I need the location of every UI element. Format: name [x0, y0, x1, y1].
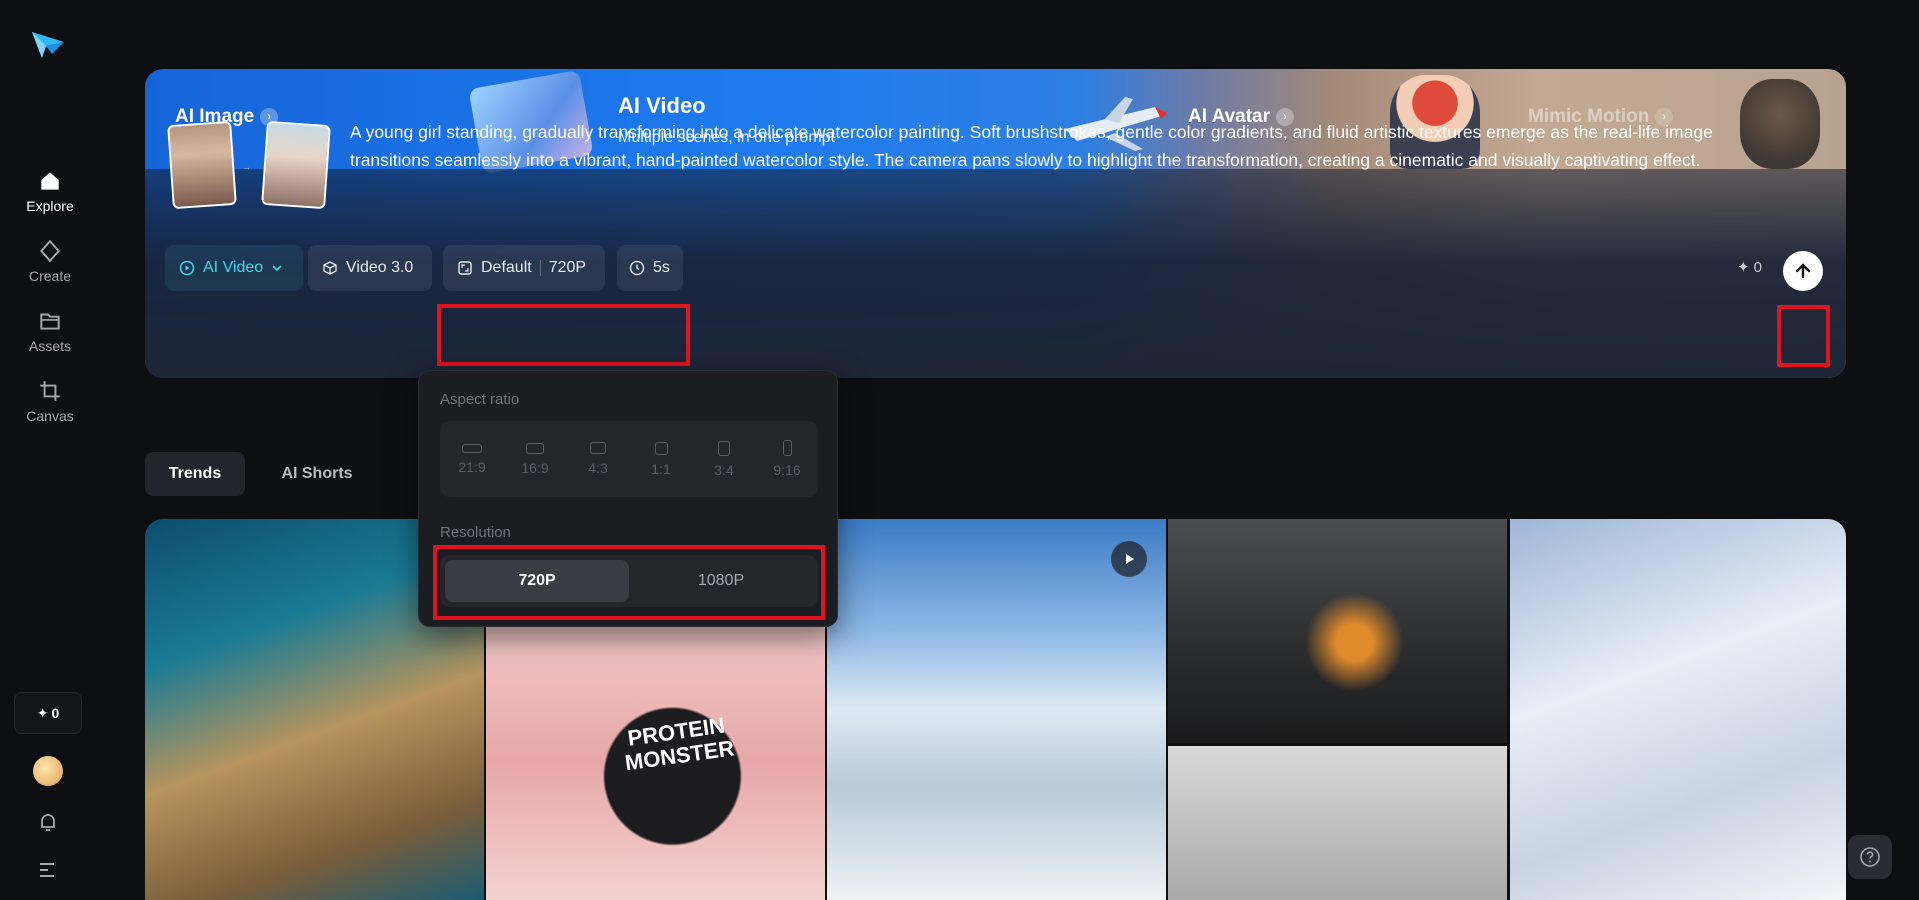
gallery-item-dancer[interactable]: [1168, 746, 1507, 900]
avatar[interactable]: [33, 756, 63, 786]
hero-card: AI Image › AI Video Multiple scenes, in …: [145, 69, 1846, 378]
aspect-label: Default: [481, 259, 532, 276]
aspect-ratio-label: Aspect ratio: [440, 391, 520, 408]
reference-image-watercolor[interactable]: [261, 120, 331, 210]
resolution-label: 720P: [548, 259, 587, 276]
sidebar-item-label: Assets: [28, 338, 71, 354]
mode-label: AI Video: [203, 259, 264, 276]
model-label: Video 3.0: [346, 259, 414, 276]
tab-ai-shorts[interactable]: AI Shorts: [262, 452, 372, 496]
folder-icon: [40, 313, 60, 330]
mode-select[interactable]: AI Video: [165, 245, 303, 291]
resolution-720p-button[interactable]: 720P: [445, 560, 629, 602]
divider: [539, 260, 541, 276]
sidebar-item-assets[interactable]: Assets: [0, 308, 100, 356]
sidebar-item-label: Explore: [26, 198, 74, 214]
sidebar-item-canvas[interactable]: Canvas: [0, 378, 100, 426]
ratio-option[interactable]: 9:16: [757, 431, 817, 487]
credits-pill[interactable]: ✦ 0: [14, 692, 82, 734]
ratio-option[interactable]: 4:3: [568, 431, 628, 487]
ratio-option[interactable]: 1:1: [631, 431, 691, 487]
duration-select[interactable]: 5s: [617, 245, 683, 291]
duration-label: 5s: [653, 259, 670, 276]
bell-icon[interactable]: [36, 810, 60, 834]
tab-ai-video-title[interactable]: AI Video: [618, 93, 706, 119]
credits-count: 0: [51, 705, 60, 721]
aspect-ratio-options: 21:9 16:9 4:3 1:1 3:4 9:16: [440, 421, 818, 497]
app-logo[interactable]: [30, 28, 66, 60]
gallery-item-polar-bear[interactable]: [1510, 519, 1846, 900]
sidebar-item-explore[interactable]: Explore: [0, 168, 100, 216]
menu-icon[interactable]: [36, 858, 58, 880]
prompt-text[interactable]: A young girl standing, gradually transfo…: [350, 118, 1770, 174]
sidebar-item-label: Canvas: [26, 408, 74, 424]
gallery-item-paraglider[interactable]: [827, 519, 1166, 900]
ratio-option[interactable]: 16:9: [505, 431, 565, 487]
resolution-options: 720P 1080P: [440, 555, 818, 607]
generation-cost: ✦ 0: [1737, 258, 1762, 277]
diamond-icon: [40, 239, 60, 263]
ratio-option[interactable]: 3:4: [694, 431, 754, 487]
resolution-1080p-button[interactable]: 1080P: [629, 560, 813, 602]
resolution-section-label: Resolution: [440, 524, 511, 541]
sparkle-icon: ✦: [1737, 259, 1750, 276]
play-icon[interactable]: [1111, 541, 1147, 577]
sidebar: Explore Create Assets Canvas ✦ 0: [0, 0, 100, 900]
chevron-down-icon: [272, 265, 282, 272]
sidebar-item-label: Create: [28, 268, 72, 284]
clock-icon: [629, 260, 645, 276]
home-icon: [41, 172, 59, 190]
arrow-icon: →: [242, 162, 251, 172]
aspect-resolution-select[interactable]: Default 720P: [443, 245, 605, 291]
model-select[interactable]: Video 3.0: [308, 245, 432, 291]
cube-icon: [323, 261, 337, 275]
generation-cost-value: 0: [1753, 258, 1762, 276]
sparkle-icon: ✦: [36, 704, 49, 721]
help-button[interactable]: [1848, 835, 1892, 879]
gallery-item-statue[interactable]: [1168, 519, 1507, 743]
reference-image-girl[interactable]: [167, 120, 237, 210]
crop-icon: [40, 381, 60, 401]
generate-button[interactable]: [1783, 251, 1823, 291]
help-icon: [1860, 847, 1880, 867]
tab-trends[interactable]: Trends: [145, 452, 245, 496]
ratio-option[interactable]: 21:9: [442, 431, 502, 487]
video-mode-icon: [179, 260, 195, 276]
aspect-ratio-icon: [458, 261, 472, 275]
sidebar-item-create[interactable]: Create: [0, 238, 100, 286]
aspect-resolution-popover: Aspect ratio 21:9 16:9 4:3 1:1 3:4 9:16 …: [418, 370, 838, 627]
arrow-up-icon: [1795, 263, 1811, 279]
